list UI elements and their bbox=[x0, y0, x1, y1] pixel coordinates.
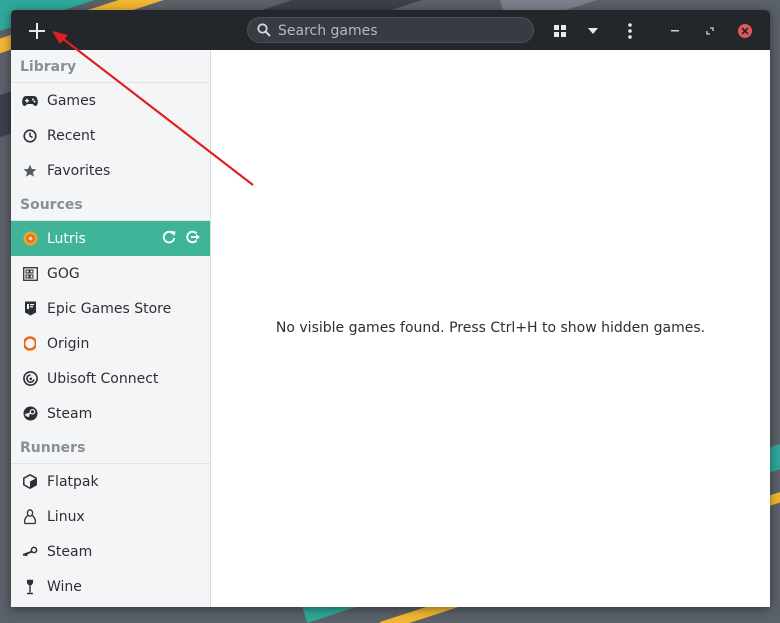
close-icon bbox=[738, 24, 752, 38]
steam-icon bbox=[22, 406, 38, 422]
library-section-header: Library bbox=[11, 50, 210, 83]
sidebar: Library Games Recent Favorites Sources L… bbox=[11, 50, 211, 607]
login-icon[interactable] bbox=[186, 230, 200, 248]
sidebar-item-steam[interactable]: Steam bbox=[11, 396, 210, 431]
empty-state-message: No visible games found. Press Ctrl+H to … bbox=[275, 320, 706, 336]
origin-icon bbox=[22, 336, 38, 352]
sidebar-item-label: Epic Games Store bbox=[47, 300, 172, 317]
caret-down-icon bbox=[588, 28, 598, 34]
search-icon bbox=[257, 23, 271, 37]
sidebar-item-recent[interactable]: Recent bbox=[11, 118, 210, 153]
view-grid-button[interactable] bbox=[551, 22, 569, 40]
kebab-menu-icon bbox=[628, 23, 632, 39]
sidebar-item-flatpak[interactable]: Flatpak bbox=[11, 464, 210, 499]
game-view: No visible games found. Press Ctrl+H to … bbox=[211, 50, 770, 607]
sidebar-item-label: Steam bbox=[47, 405, 93, 422]
sidebar-item-label: Origin bbox=[47, 335, 90, 352]
close-button[interactable] bbox=[736, 22, 754, 40]
grid-icon bbox=[554, 25, 566, 37]
lutris-icon bbox=[22, 231, 38, 247]
flatpak-icon bbox=[22, 474, 38, 490]
gog-icon bbox=[22, 266, 38, 282]
sidebar-item-wine[interactable]: Wine bbox=[11, 569, 210, 604]
sidebar-item-label: Favorites bbox=[47, 162, 111, 179]
star-icon bbox=[22, 163, 38, 179]
search-input[interactable] bbox=[276, 20, 530, 42]
maximize-button[interactable] bbox=[701, 22, 719, 40]
sidebar-item-ubisoft-connect[interactable]: Ubisoft Connect bbox=[11, 361, 210, 396]
sidebar-item-label: Lutris bbox=[47, 230, 86, 247]
main-menu-button[interactable] bbox=[621, 22, 639, 40]
runners-section-header: Runners bbox=[11, 431, 210, 464]
sidebar-item-games[interactable]: Games bbox=[11, 83, 210, 118]
sidebar-item-origin[interactable]: Origin bbox=[11, 326, 210, 361]
gamepad-icon bbox=[22, 93, 38, 109]
sidebar-item-favorites[interactable]: Favorites bbox=[11, 153, 210, 188]
search-box[interactable] bbox=[247, 17, 534, 43]
sidebar-item-label: Wine bbox=[47, 578, 82, 595]
maximize-icon bbox=[706, 27, 714, 35]
sidebar-item-label: Linux bbox=[47, 508, 85, 525]
sidebar-item-steam-runner[interactable]: Steam bbox=[11, 534, 210, 569]
plus-icon bbox=[29, 23, 45, 39]
linux-icon bbox=[22, 508, 38, 525]
minimize-button[interactable] bbox=[666, 22, 684, 40]
header-bar bbox=[11, 10, 770, 50]
epic-icon bbox=[22, 301, 38, 317]
refresh-icon[interactable] bbox=[162, 230, 176, 248]
sidebar-item-label: Recent bbox=[47, 127, 96, 144]
sidebar-item-label: Ubisoft Connect bbox=[47, 370, 159, 387]
sidebar-item-label: GOG bbox=[47, 265, 80, 282]
add-game-button[interactable] bbox=[24, 18, 50, 44]
sidebar-item-lutris[interactable]: Lutris bbox=[11, 221, 210, 256]
lutris-window: Library Games Recent Favorites Sources L… bbox=[11, 10, 770, 607]
sidebar-item-label: Games bbox=[47, 92, 96, 109]
steam-runner-icon bbox=[22, 544, 38, 560]
ubisoft-icon bbox=[22, 371, 38, 387]
view-options-dropdown[interactable] bbox=[584, 22, 602, 40]
wine-icon bbox=[22, 579, 38, 595]
sidebar-item-label: Flatpak bbox=[47, 473, 99, 490]
sources-section-header: Sources bbox=[11, 188, 210, 221]
sidebar-item-linux[interactable]: Linux bbox=[11, 499, 210, 534]
minimize-icon bbox=[671, 30, 679, 32]
sidebar-item-label: Steam bbox=[47, 543, 93, 560]
sidebar-item-epic-games-store[interactable]: Epic Games Store bbox=[11, 291, 210, 326]
clock-icon bbox=[22, 128, 38, 144]
sidebar-item-gog[interactable]: GOG bbox=[11, 256, 210, 291]
